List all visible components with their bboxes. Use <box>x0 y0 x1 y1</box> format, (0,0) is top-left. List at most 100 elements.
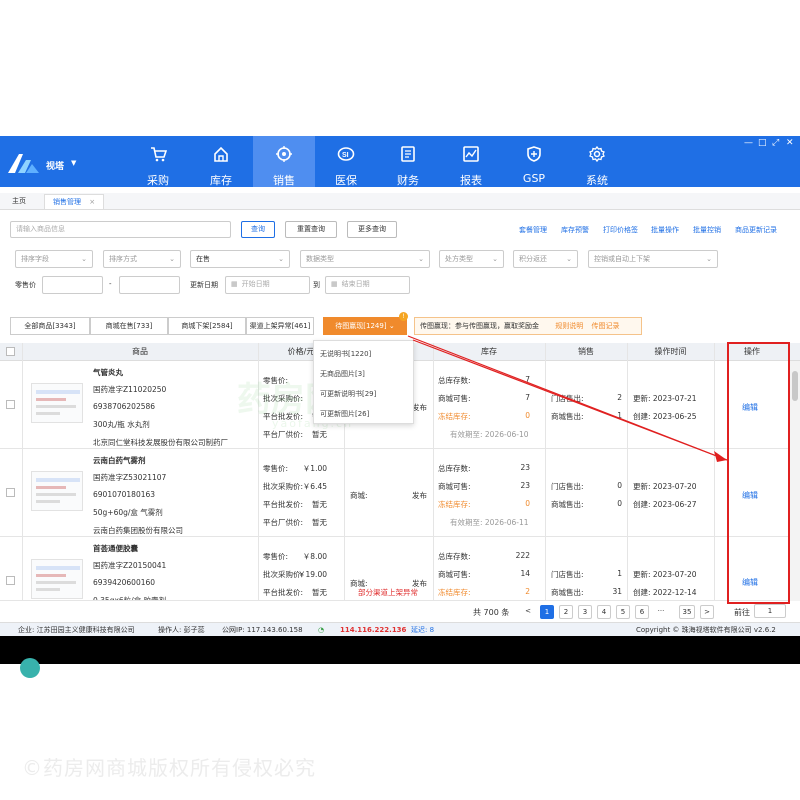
brand-name[interactable]: 视塔 <box>46 159 64 172</box>
nav-item-4[interactable]: 财务 <box>377 136 439 187</box>
link-stock-alert[interactable]: 库存预警 <box>561 225 589 235</box>
frozen-stock-label: 冻结库存: <box>438 412 471 421</box>
frozen-stock-value: 0 <box>525 499 530 508</box>
page-4[interactable]: 4 <box>597 605 611 619</box>
table-scrollbar[interactable] <box>790 361 800 601</box>
tab-all-goods[interactable]: 全部商品[3343] <box>10 317 90 335</box>
page-3[interactable]: 3 <box>578 605 592 619</box>
product-name[interactable]: 气管炎丸 <box>93 367 123 378</box>
nav-item-2[interactable]: 销售 <box>253 136 315 187</box>
link-batch-operation[interactable]: 批量操作 <box>651 225 679 235</box>
page-2[interactable]: 2 <box>559 605 573 619</box>
nav-item-1[interactable]: 库存 <box>190 136 252 187</box>
retail-price-max-input[interactable] <box>119 276 180 294</box>
rx-type-select[interactable]: 处方类型 ⌄ <box>439 250 504 268</box>
row-checkbox[interactable] <box>6 400 15 409</box>
frozen-stock-value: 0 <box>525 411 530 420</box>
chevron-down-icon[interactable]: ▼ <box>71 159 76 167</box>
nav-label: 医保 <box>335 174 357 187</box>
fullscreen-icon[interactable]: ⤢ <box>772 138 779 148</box>
tab-close-icon[interactable]: × <box>89 198 95 206</box>
maximize-icon[interactable]: □ <box>758 138 767 148</box>
product-image[interactable] <box>31 383 83 423</box>
points-return-select[interactable]: 积分返还 ⌄ <box>513 250 578 268</box>
rules-link[interactable]: 规则说明 <box>555 322 583 330</box>
table-row[interactable]: 云南白药气雾剂 国药准字Z53021107 6901070180163 50g+60g… <box>0 449 790 537</box>
dropdown-item-no-manual[interactable]: 无说明书[1220] <box>320 349 371 359</box>
created-time: 创建: 2023-06-25 <box>633 412 697 421</box>
signal-icon: ◔ <box>318 626 325 634</box>
tab-mall-off-shelf[interactable]: 商城下架[2584] <box>168 317 246 335</box>
control-select[interactable]: 控销或自动上下架 ⌄ <box>588 250 718 268</box>
taskbar-app-icon[interactable] <box>20 658 40 678</box>
upload-record-link[interactable]: 传图记录 <box>591 322 619 330</box>
tab-sales-management[interactable]: 销售管理 × <box>44 194 105 209</box>
mall-label: 商城: <box>350 491 368 500</box>
store-sold-label: 门店售出: <box>551 570 584 579</box>
mall-available-label: 商城可售: <box>438 482 471 491</box>
gear-icon <box>589 145 605 163</box>
tab-channel-exception[interactable]: 渠道上架异常[461] <box>246 317 314 335</box>
tab-pending-image[interactable]: 待图赢现[1249] ⌄ <box>323 317 407 335</box>
nav-item-3[interactable]: SI 医保 <box>315 136 377 187</box>
product-image[interactable] <box>31 471 83 511</box>
sort-mode-select[interactable]: 排序方式 ⌄ <box>103 250 181 268</box>
product-name[interactable]: 首荟通便胶囊 <box>93 543 138 554</box>
next-page-button[interactable]: > <box>700 605 714 619</box>
header-stock: 库存 <box>481 347 497 356</box>
sort-field-select[interactable]: 排序字段 ⌄ <box>15 250 93 268</box>
link-package-management[interactable]: 套餐管理 <box>519 225 547 235</box>
calendar-icon: ▦ <box>331 280 338 288</box>
tab-mall-on-sale[interactable]: 商城在售[733] <box>90 317 168 335</box>
minimize-icon[interactable]: — <box>744 138 753 148</box>
retail-price-label: 零售价: <box>263 464 289 473</box>
nav-item-6[interactable]: GSP <box>503 136 565 187</box>
nav-item-5[interactable]: 报表 <box>440 136 502 187</box>
table-row[interactable]: 首荟通便胶囊 国药准字Z20150041 6939420600160 0.35gx6粒… <box>0 537 790 601</box>
link-batch-control[interactable]: 批量控销 <box>693 225 721 235</box>
mall-sold-label: 商城售出: <box>551 500 584 509</box>
mall-available-value: 7 <box>525 393 530 402</box>
link-print-price-tag[interactable]: 打印价格签 <box>603 225 638 235</box>
page-ellipsis[interactable]: ··· <box>654 605 668 619</box>
query-button[interactable]: 查询 <box>241 221 275 238</box>
select-all-checkbox[interactable] <box>6 347 15 356</box>
close-icon[interactable]: ✕ <box>786 138 794 148</box>
product-image[interactable] <box>31 559 83 599</box>
range-dash: - <box>109 280 112 288</box>
total-stock-label: 总库存数: <box>438 552 471 561</box>
end-date-input[interactable]: ▦ 结束日期 <box>325 276 410 294</box>
data-type-select[interactable]: 数据类型 ⌄ <box>300 250 430 268</box>
platform-wholesale-value: 暂无 <box>312 500 327 509</box>
scrollbar-thumb[interactable] <box>792 371 798 401</box>
dropdown-item-update-manual[interactable]: 可更新说明书[29] <box>320 389 376 399</box>
start-date-input[interactable]: ▦ 开始日期 <box>225 276 310 294</box>
status-select[interactable]: 在售 ⌄ <box>190 250 290 268</box>
prev-page-button[interactable]: < <box>521 605 535 619</box>
nav-item-0[interactable]: 采购 <box>127 136 189 187</box>
manufacturer: 北京同仁堂科技发展股份有限公司制药厂 <box>93 438 228 447</box>
tab-home[interactable]: 主页 <box>4 194 34 209</box>
goto-page-input[interactable]: 1 <box>754 604 786 618</box>
chevron-down-icon: ⌄ <box>278 255 284 263</box>
dropdown-item-no-image[interactable]: 无商品图片[3] <box>320 369 365 379</box>
top-nav-bar: 视塔 ▼ 采购 库存 销售 SI 医保 财务 报表 GSP 系统 — □ ⤢ ✕ <box>0 136 800 187</box>
alert-badge: ! <box>399 312 408 321</box>
page-5[interactable]: 5 <box>616 605 630 619</box>
page-last[interactable]: 35 <box>679 605 695 619</box>
ping-value: 延迟: 8 <box>411 626 435 634</box>
page-6[interactable]: 6 <box>635 605 649 619</box>
product-name[interactable]: 云南白药气雾剂 <box>93 455 146 466</box>
nav-item-7[interactable]: 系统 <box>566 136 628 187</box>
reset-query-button[interactable]: 重置查询 <box>285 221 337 238</box>
chevron-down-icon: ⌄ <box>388 322 395 330</box>
retail-price-min-input[interactable] <box>42 276 103 294</box>
row-checkbox[interactable] <box>6 576 15 585</box>
more-query-button[interactable]: 更多查询 <box>347 221 397 238</box>
to-label: 到 <box>313 281 320 289</box>
page-1[interactable]: 1 <box>540 605 554 619</box>
dropdown-item-update-image[interactable]: 可更新图片[26] <box>320 409 369 419</box>
link-update-records[interactable]: 商品更新记录 <box>735 225 777 235</box>
row-checkbox[interactable] <box>6 488 15 497</box>
search-input[interactable]: 请输入商品信息 <box>10 221 231 238</box>
